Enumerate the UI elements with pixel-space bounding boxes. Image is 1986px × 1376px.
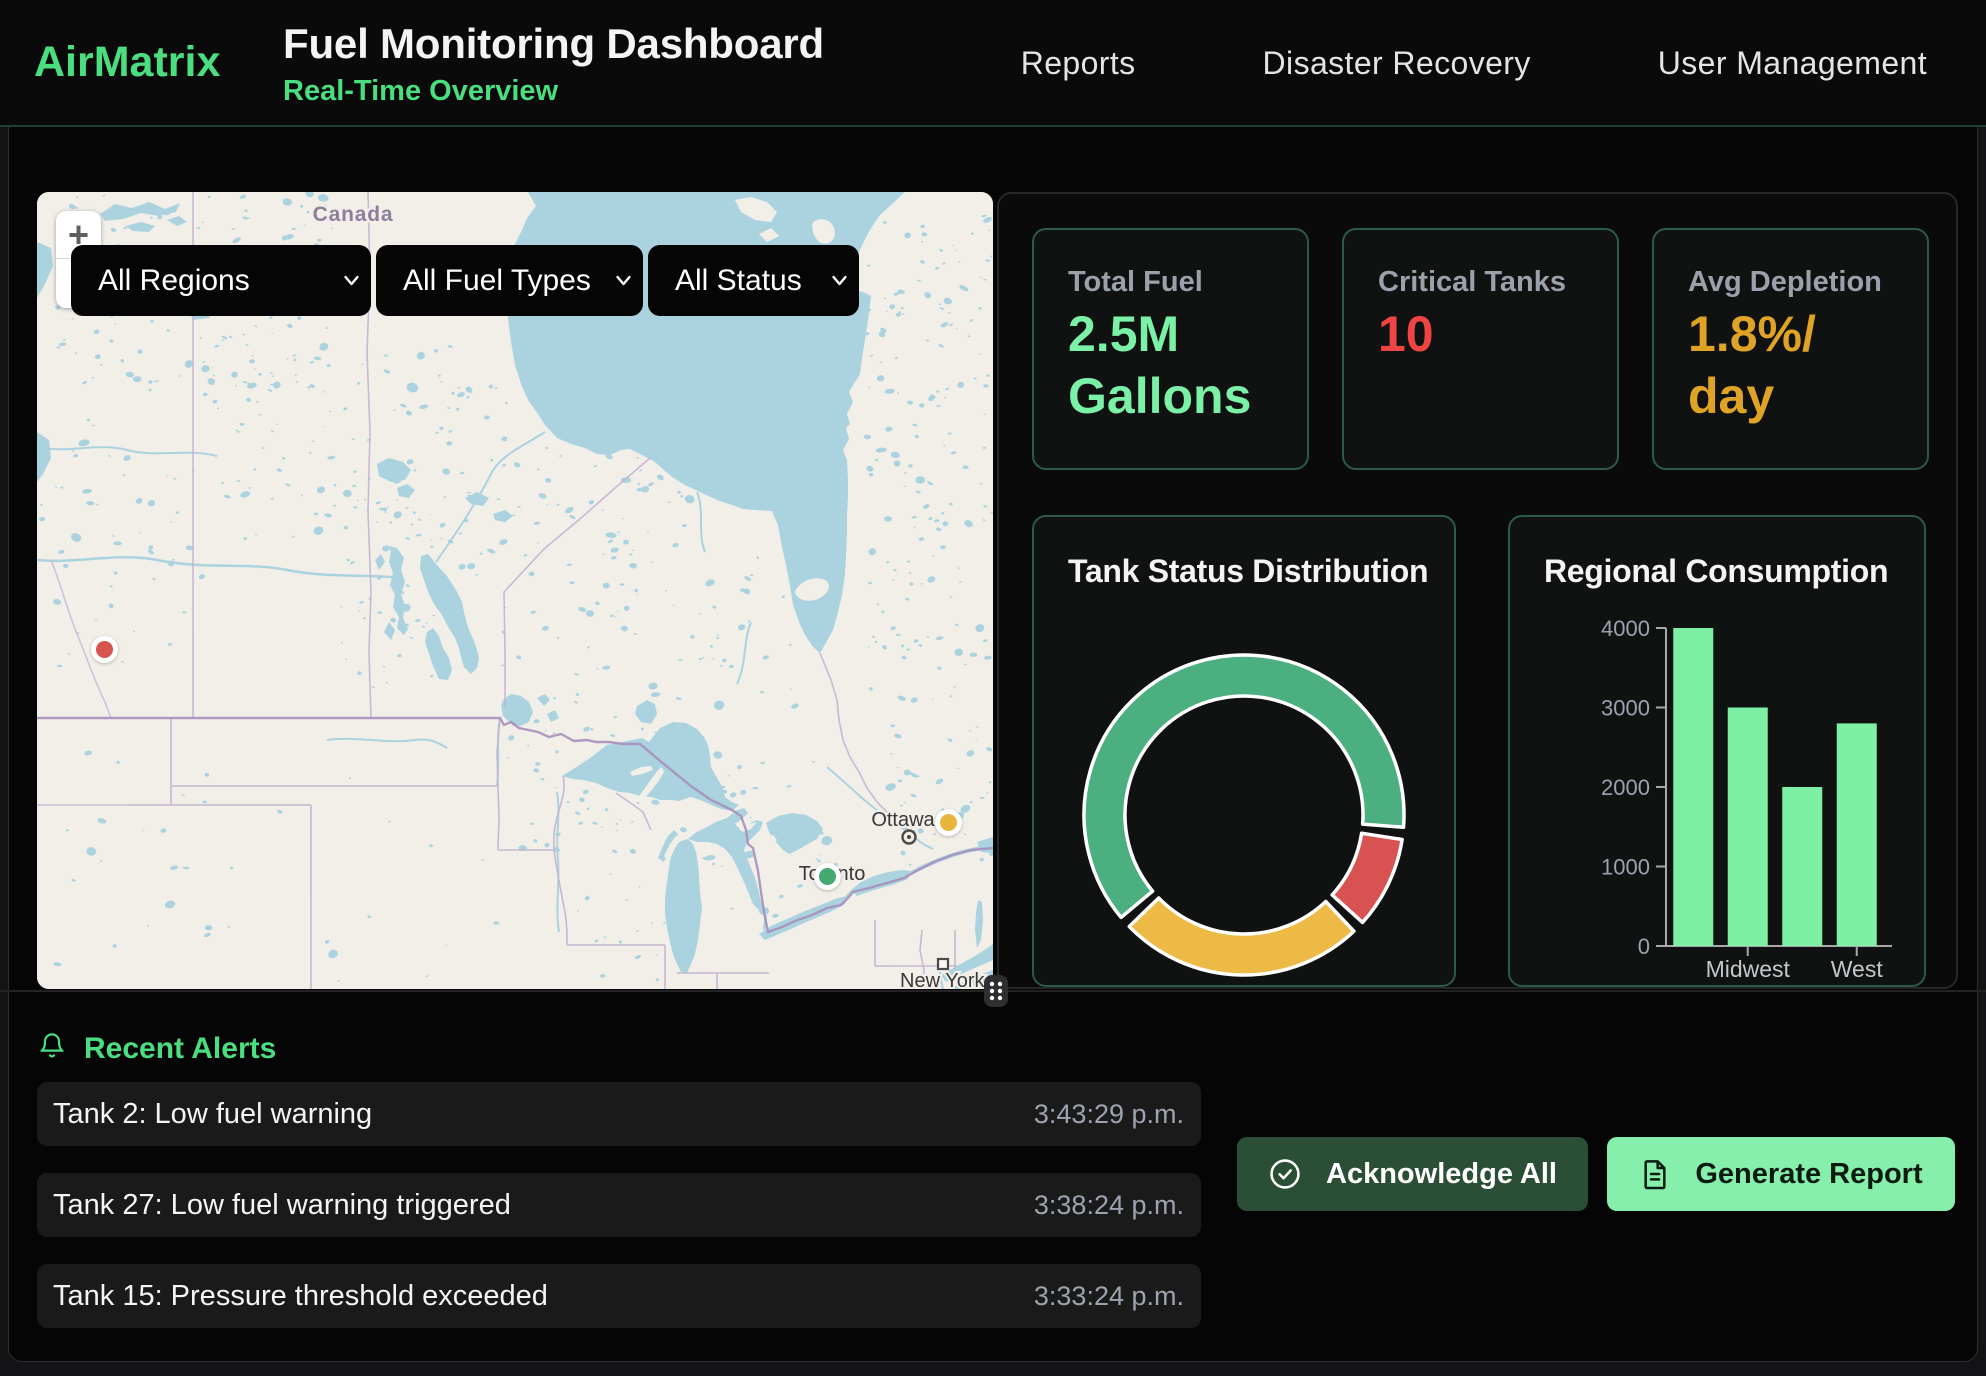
doughnut-segment-critical <box>1332 833 1402 922</box>
doughnut-segment-warning <box>1129 898 1354 975</box>
stat-card-critical-tanks: Critical Tanks 10 <box>1342 228 1619 470</box>
bar-3 <box>1837 723 1877 946</box>
y-tick-label: 4000 <box>1601 616 1650 641</box>
header: AirMatrix Fuel Monitoring Dashboard Real… <box>0 0 1986 127</box>
acknowledge-all-button[interactable]: Acknowledge All <box>1237 1137 1588 1211</box>
y-tick-label: 0 <box>1638 934 1650 959</box>
stat-card-total-fuel: Total Fuel 2.5MGallons <box>1032 228 1309 470</box>
tank-marker-normal[interactable] <box>814 863 841 890</box>
status-filter-select[interactable]: All Status <box>648 245 859 316</box>
alert-time: 3:43:29 p.m. <box>1034 1099 1184 1130</box>
alert-text: Tank 15: Pressure threshold exceeded <box>53 1280 548 1313</box>
title-block: Fuel Monitoring Dashboard Real-Time Over… <box>283 20 824 108</box>
status-filter-value: All Status <box>675 264 802 298</box>
alert-time: 3:38:24 p.m. <box>1034 1190 1184 1221</box>
fuel-monitoring-dashboard: AirMatrix Fuel Monitoring Dashboard Real… <box>0 0 1986 1376</box>
bell-icon <box>38 1032 66 1060</box>
stat-card-avg-depletion: Avg Depletion 1.8%/day <box>1652 228 1929 470</box>
y-tick-label: 1000 <box>1601 855 1650 880</box>
nav-item-user-management[interactable]: User Management <box>1658 45 1927 82</box>
fuel-type-filter-value: All Fuel Types <box>403 264 591 298</box>
tank-marker-warning[interactable] <box>935 809 962 836</box>
stat-value: 2.5MGallons <box>1068 303 1273 427</box>
split-drag-handle-icon[interactable] <box>984 975 1008 1007</box>
stat-label: Avg Depletion <box>1688 266 1893 299</box>
alert-time: 3:33:24 p.m. <box>1034 1281 1184 1312</box>
check-circle-icon <box>1268 1157 1302 1191</box>
tank-status-chart-card: Tank Status Distribution <box>1032 515 1456 987</box>
map-label-new-york: New York <box>900 970 985 989</box>
map[interactable]: Canada Ottawa Toronto New York + − <box>37 192 993 989</box>
nav-item-reports[interactable]: Reports <box>1021 45 1136 82</box>
chevron-down-icon <box>615 273 632 288</box>
regional-consumption-chart-card: Regional Consumption 0 1000 2000 3000 4000 Mi… <box>1508 515 1926 987</box>
chevron-down-icon <box>343 273 360 288</box>
region-filter-select[interactable]: All Regions <box>71 245 371 316</box>
tank-marker-critical[interactable] <box>91 636 118 663</box>
page-subtitle: Real-Time Overview <box>283 75 824 108</box>
overview-panel: Total Fuel 2.5MGallons Critical Tanks 10… <box>997 192 1958 989</box>
stat-value: 1.8%/day <box>1688 303 1893 427</box>
map-label-ottawa: Ottawa <box>871 809 935 831</box>
stat-label: Critical Tanks <box>1378 266 1583 299</box>
stat-label: Total Fuel <box>1068 266 1273 299</box>
alerts-heading: Recent Alerts <box>84 1032 276 1066</box>
brand-logo: AirMatrix <box>34 38 220 87</box>
y-tick-label: 3000 <box>1601 696 1650 721</box>
bar-2 <box>1782 787 1822 946</box>
y-tick-label: 2000 <box>1601 775 1650 800</box>
nav: Reports Disaster Recovery User Managemen… <box>1021 0 1927 127</box>
chart-title: Tank Status Distribution <box>1068 553 1428 590</box>
fuel-type-filter-select[interactable]: All Fuel Types <box>376 245 643 316</box>
map-label-canada: Canada <box>313 203 394 226</box>
x-tick-label: West <box>1831 956 1884 982</box>
nav-item-disaster-recovery[interactable]: Disaster Recovery <box>1263 45 1531 82</box>
stat-value: 10 <box>1378 303 1583 365</box>
generate-report-button[interactable]: Generate Report <box>1607 1137 1955 1211</box>
chart-title: Regional Consumption <box>1544 553 1888 590</box>
alert-row[interactable]: Tank 27: Low fuel warning triggered 3:38… <box>37 1173 1201 1237</box>
alert-row[interactable]: Tank 2: Low fuel warning 3:43:29 p.m. <box>37 1082 1201 1146</box>
alert-text: Tank 2: Low fuel warning <box>53 1098 372 1131</box>
x-tick-label: Midwest <box>1706 956 1791 982</box>
chevron-down-icon <box>831 273 848 288</box>
map-filters: All Regions All Fuel Types All Status <box>71 245 859 316</box>
page-title: Fuel Monitoring Dashboard <box>283 20 824 68</box>
bar-1 <box>1728 708 1768 947</box>
shell-bottom-edge <box>0 1362 1986 1376</box>
region-filter-value: All Regions <box>98 264 250 298</box>
alert-text: Tank 27: Low fuel warning triggered <box>53 1189 511 1222</box>
bar-0 <box>1673 628 1713 946</box>
alert-row[interactable]: Tank 15: Pressure threshold exceeded 3:3… <box>37 1264 1201 1328</box>
file-text-icon <box>1639 1158 1671 1190</box>
